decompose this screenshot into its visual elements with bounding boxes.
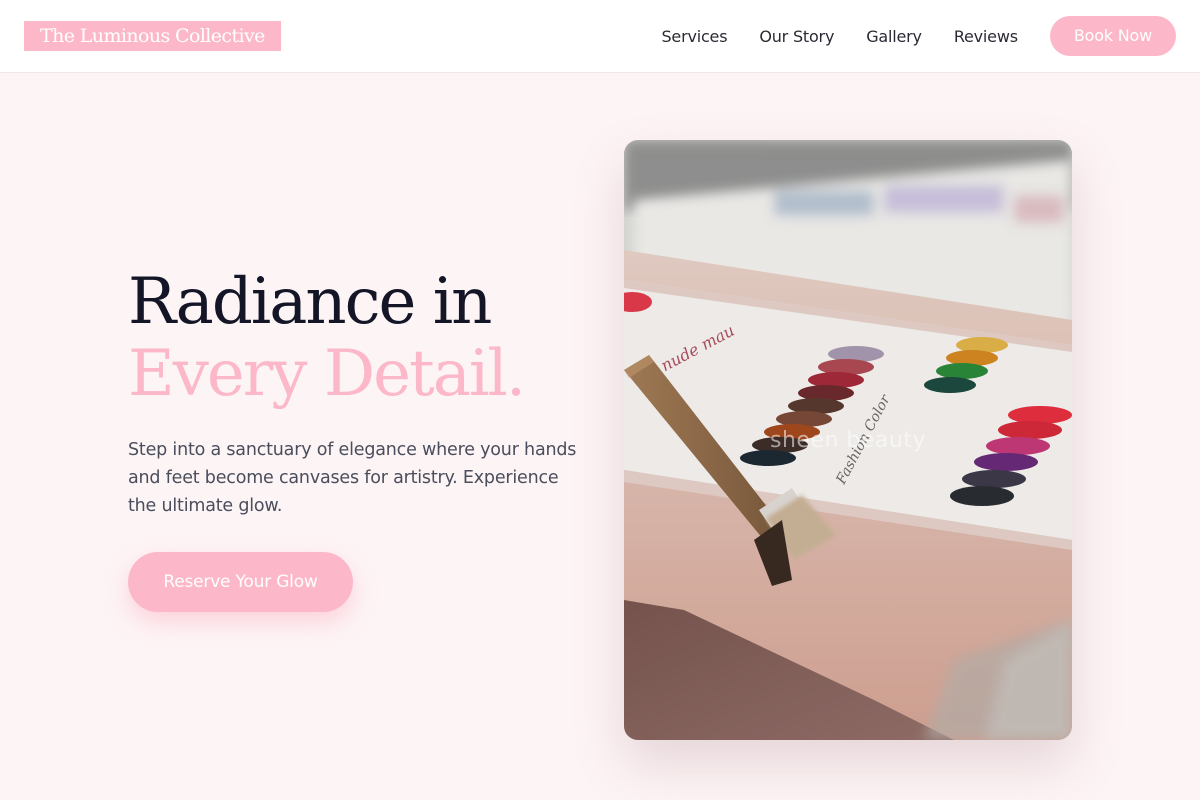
hero-title-line2: Every Detail. — [128, 337, 526, 411]
hero-title-line1: Radiance in — [128, 265, 492, 339]
hero-description: Step into a sanctuary of elegance where … — [128, 440, 577, 516]
main-nav: Services Our Story Gallery Reviews Book … — [661, 0, 1176, 72]
nav-link-reviews[interactable]: Reviews — [954, 27, 1018, 46]
nav-link-services[interactable]: Services — [661, 27, 727, 46]
nav-link-our-story[interactable]: Our Story — [759, 27, 834, 46]
site-header: The Luminous Collective Services Our Sto… — [0, 0, 1200, 73]
reserve-glow-button[interactable]: Reserve Your Glow — [128, 552, 353, 612]
hero-title: Radiance in Every Detail. — [128, 265, 526, 411]
brand-logo[interactable]: The Luminous Collective — [24, 21, 281, 51]
hero-image: II nude mau Fashion Color sheen beauty — [624, 140, 1072, 740]
book-now-button[interactable]: Book Now — [1049, 16, 1176, 56]
nav-link-gallery[interactable]: Gallery — [866, 27, 922, 46]
image-watermark: sheen beauty — [770, 428, 926, 453]
